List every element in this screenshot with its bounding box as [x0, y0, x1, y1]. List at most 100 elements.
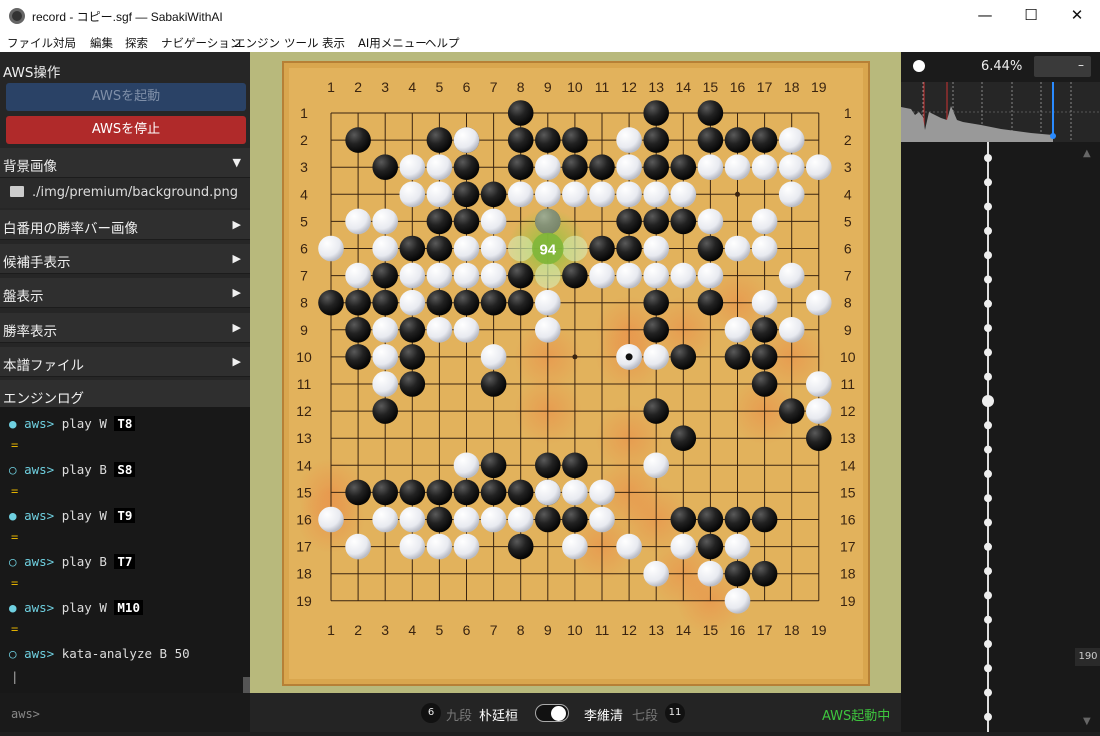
black-stone [562, 127, 588, 153]
black-stone [616, 208, 642, 235]
black-stone [399, 235, 426, 262]
menu-navigation[interactable]: ナビゲーション [161, 35, 241, 51]
coord-label: 13 [296, 430, 312, 446]
maximize-button[interactable]: ☐ [1008, 0, 1054, 32]
player-bar: 6 九段 朴廷桓 李維清 七段 11 AWS起動中 [250, 693, 901, 732]
white-stone [453, 317, 480, 343]
scroll-down-icon[interactable]: ▼ [1083, 716, 1091, 727]
black-stone [562, 154, 588, 180]
black-stone [643, 208, 669, 235]
coord-label: 5 [844, 213, 852, 229]
black-stone [453, 208, 480, 235]
chevron-right-icon: ▶ [232, 218, 241, 231]
menu-help[interactable]: ヘルプ [425, 35, 460, 51]
console-input[interactable]: aws> [0, 693, 250, 732]
menu-game[interactable]: 対局 [53, 35, 76, 51]
black-stone [751, 344, 778, 370]
record-file-section[interactable]: 本譜ファイル ▶ [0, 347, 250, 377]
menu-edit[interactable]: 編集 [90, 35, 113, 51]
aws-stop-button[interactable]: AWSを停止 [6, 116, 246, 144]
coord-label: 3 [844, 159, 852, 175]
coord-label: 12 [621, 79, 637, 95]
black-stone [670, 344, 697, 370]
coord-label: 8 [844, 295, 852, 311]
log-scrollbar[interactable] [243, 677, 250, 693]
coord-label: 11 [297, 376, 312, 392]
coord-label: 16 [840, 512, 856, 528]
tree-node [984, 251, 992, 260]
coord-label: 14 [676, 622, 692, 638]
board-display-section[interactable]: 盤表示 ▶ [0, 278, 250, 308]
coord-label: 4 [408, 79, 416, 95]
black-stone [670, 506, 697, 533]
black-stone [643, 398, 669, 424]
menu-ai[interactable]: AI用メニュー [358, 35, 427, 51]
coord-label: 2 [844, 132, 852, 148]
chevron-right-icon: ▶ [232, 321, 241, 334]
white-stone [751, 235, 778, 262]
background-section-header[interactable]: 背景画像 ▼ [0, 148, 250, 178]
black-player-name: 朴廷桓 [479, 709, 519, 724]
winbar-image-section[interactable]: 白番用の勝率バー画像 ▶ [0, 210, 250, 240]
white-stone [670, 181, 697, 208]
white-stone [616, 127, 642, 153]
black-stone [670, 425, 697, 452]
tree-node [984, 542, 992, 551]
winrate-dropdown[interactable]: – [1034, 56, 1091, 77]
coord-label: 19 [296, 593, 312, 609]
coord-label: 1 [844, 105, 852, 121]
black-stone [562, 506, 588, 533]
black-stone [697, 289, 724, 316]
white-stone [697, 208, 724, 235]
tree-node [984, 518, 992, 527]
white-stone [372, 344, 398, 370]
white-stone [345, 533, 371, 560]
log-line: ○ aws> play B S8 [9, 462, 136, 477]
engine-log[interactable]: ● aws> play W T8 = ○ aws> play B S8 = ● … [0, 407, 250, 693]
current-move-dot [1050, 133, 1056, 139]
turn-toggle[interactable] [535, 704, 569, 722]
menu-tools[interactable]: ツール [284, 35, 319, 51]
coord-label: 14 [840, 457, 856, 473]
menu-file[interactable]: ファイル [7, 35, 53, 51]
white-stone [670, 533, 697, 560]
white-stone [806, 154, 832, 180]
game-tree[interactable]: ▲ ▼ 190 [901, 142, 1100, 732]
tree-node [984, 299, 992, 308]
white-stone [480, 344, 507, 370]
star-point [735, 191, 740, 197]
black-stone [751, 127, 778, 153]
coord-label: 9 [544, 79, 552, 95]
black-stone [372, 479, 398, 506]
coord-label: 5 [436, 622, 444, 638]
black-stone [345, 317, 371, 343]
white-stone [724, 317, 751, 343]
white-stone-icon [913, 60, 925, 72]
white-stone [399, 181, 426, 208]
coord-label: 17 [757, 79, 773, 95]
white-stone [724, 588, 751, 614]
menu-view[interactable]: 表示 [322, 35, 345, 51]
hint-stone [507, 235, 534, 262]
scroll-up-icon[interactable]: ▲ [1083, 148, 1091, 159]
go-board[interactable]: 111 1222 2333 3444 4555 5666 6777 7888 8999 91010… [250, 52, 901, 693]
coord-label: 11 [841, 376, 856, 392]
aws-start-button[interactable]: AWSを起動 [6, 83, 246, 111]
black-stone [372, 398, 398, 424]
aws-status: AWS起動中 [822, 709, 891, 724]
winrate-graph[interactable] [901, 82, 1100, 142]
coord-label: 11 [595, 79, 610, 95]
white-stone [616, 154, 642, 180]
black-stone [697, 506, 724, 533]
black-stone [372, 262, 398, 289]
candidate-section[interactable]: 候補手表示 ▶ [0, 244, 250, 274]
black-stone [697, 235, 724, 262]
background-path-row[interactable]: ./img/premium/background.png [0, 178, 250, 208]
coord-label: 16 [296, 512, 312, 528]
close-button[interactable]: ✕ [1054, 0, 1100, 32]
menu-find[interactable]: 探索 [125, 35, 148, 51]
white-stone [670, 262, 697, 289]
winrate-section[interactable]: 勝率表示 ▶ [0, 313, 250, 343]
minimize-button[interactable]: — [962, 0, 1008, 32]
menu-engine[interactable]: エンジン [234, 35, 280, 51]
